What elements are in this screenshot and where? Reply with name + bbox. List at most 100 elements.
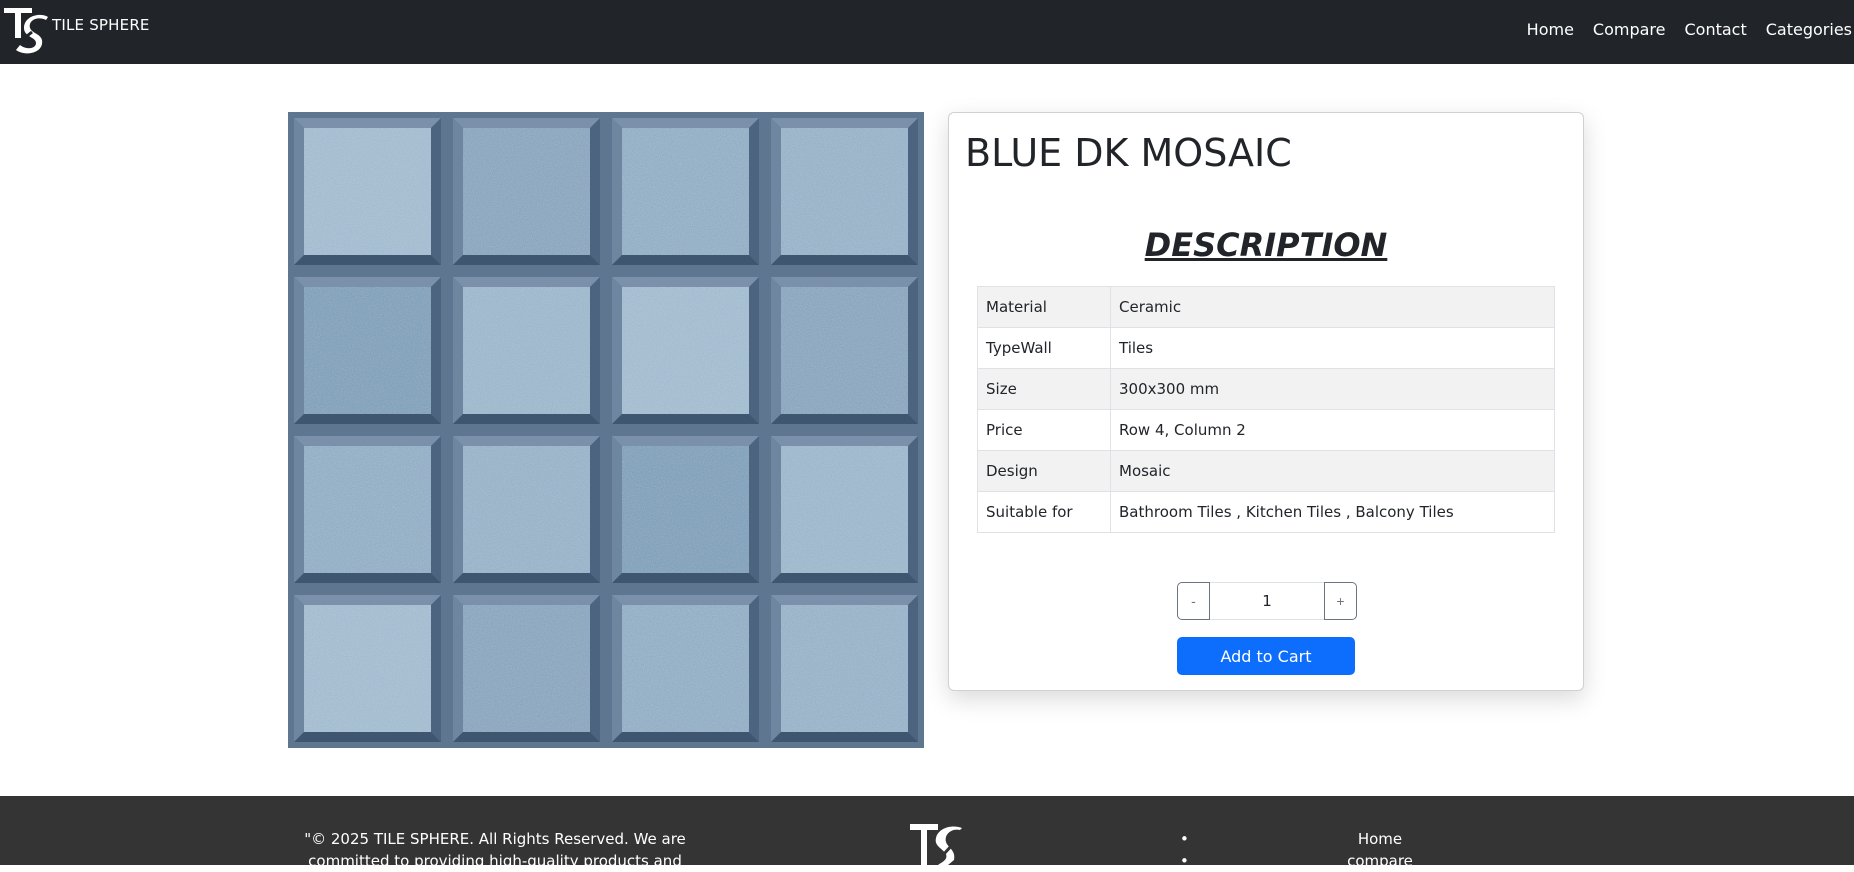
tile-bevel [612,118,622,265]
tile-texture [781,446,908,573]
tile-bevel [612,595,759,605]
tile-sphere-logo-icon [2,8,48,58]
table-row: TypeWall Tiles [977,327,1555,369]
tile-texture [304,446,431,573]
spec-table: Material Ceramic TypeWall Tiles Size 300… [977,286,1555,533]
tile-texture [781,128,908,255]
nav-categories-link[interactable]: Categories [1766,20,1852,39]
tile-bevel [590,118,600,265]
tile-bevel [590,436,600,583]
nav-links: Home Compare Contact Categories [1527,20,1852,39]
tile-bevel [453,118,463,265]
spec-key: Material [977,286,1111,328]
tile-texture [463,287,590,414]
spec-key: Size [977,368,1111,410]
footer-home-link[interactable]: Home [1358,830,1402,848]
tile-bevel [431,277,441,424]
tile-bevel [612,732,759,742]
nav-compare-link[interactable]: Compare [1593,20,1666,39]
tile-bevel [294,573,441,583]
quantity-decrease-button[interactable]: - [1177,582,1210,620]
tile-bevel [612,118,759,128]
mosaic-tile-graphic [288,112,924,748]
tile-bevel [908,118,918,265]
tile-bevel [771,414,918,424]
spec-key: Price [977,409,1111,451]
tile-bevel [908,595,918,742]
spec-value: Bathroom Tiles , Kitchen Tiles , Balcony… [1110,491,1555,533]
quantity-stepper: - + [1177,582,1357,620]
footer-logo-icon [910,824,964,865]
tile-bevel [771,118,918,128]
table-row: Price Row 4, Column 2 [977,409,1555,451]
table-row: Material Ceramic [977,286,1555,328]
tile-bevel [612,595,622,742]
tile-bevel [294,436,441,446]
tile-bevel [771,436,781,583]
tile-bevel [294,118,304,265]
tile-texture [622,605,749,732]
brand[interactable]: TILE SPHERE [2,4,150,58]
tile-bevel [612,573,759,583]
tile-bevel [294,118,441,128]
tile-bevel [453,414,600,424]
tile-texture [304,128,431,255]
tile-bevel [294,414,441,424]
footer: "© 2025 TILE SPHERE. All Rights Reserved… [0,796,1854,872]
tile-bevel [294,436,304,583]
tile-texture [622,287,749,414]
tile-texture [463,128,590,255]
tile-bevel [590,277,600,424]
tile-bevel [771,255,918,265]
quantity-input[interactable] [1210,582,1324,620]
tile-bevel [771,277,781,424]
footer-compare-link[interactable]: compare [1347,852,1413,870]
tile-texture [781,605,908,732]
list-item: Home [1170,828,1590,850]
tile-bevel [749,277,759,424]
tile-bevel [431,118,441,265]
table-row: Size 300x300 mm [977,368,1555,410]
navbar: TILE SPHERE Home Compare Contact Categor… [0,0,1854,64]
description-heading: DESCRIPTION [1144,226,1388,264]
tile-texture [304,287,431,414]
tile-bevel [431,595,441,742]
tile-bevel [771,595,781,742]
tile-bevel [771,436,918,446]
tile-bevel [453,118,600,128]
tile-texture [781,287,908,414]
tile-bevel [771,595,918,605]
tile-bevel [453,277,463,424]
tile-bevel [294,595,304,742]
product-details-card: BLUE DK MOSAIC DESCRIPTION Material Cera… [948,112,1584,691]
tile-bevel [612,436,622,583]
tile-bevel [908,277,918,424]
nav-home-link[interactable]: Home [1527,20,1574,39]
tile-bevel [908,436,918,583]
add-to-cart-button[interactable]: Add to Cart [1177,637,1355,675]
spec-key: TypeWall [977,327,1111,369]
footer-links: Home compare [1170,828,1590,872]
tile-bevel [771,573,918,583]
table-row: Suitable for Bathroom Tiles , Kitchen Ti… [977,491,1555,533]
tile-bevel [612,436,759,446]
tile-bevel [453,732,600,742]
tile-bevel [431,436,441,583]
nav-contact-link[interactable]: Contact [1685,20,1747,39]
tile-bevel [294,277,441,287]
tile-texture [463,605,590,732]
tile-bevel [612,255,759,265]
tile-bevel [453,255,600,265]
tile-bevel [453,277,600,287]
tile-bevel [453,436,600,446]
tile-bevel [612,277,622,424]
product-title: BLUE DK MOSAIC [965,131,1292,175]
spec-value: 300x300 mm [1110,368,1555,410]
spec-key: Suitable for [977,491,1111,533]
spec-key: Design [977,450,1111,492]
tile-bevel [771,277,918,287]
tile-bevel [749,595,759,742]
tile-bevel [294,255,441,265]
quantity-increase-button[interactable]: + [1324,582,1357,620]
spec-value: Ceramic [1110,286,1555,328]
